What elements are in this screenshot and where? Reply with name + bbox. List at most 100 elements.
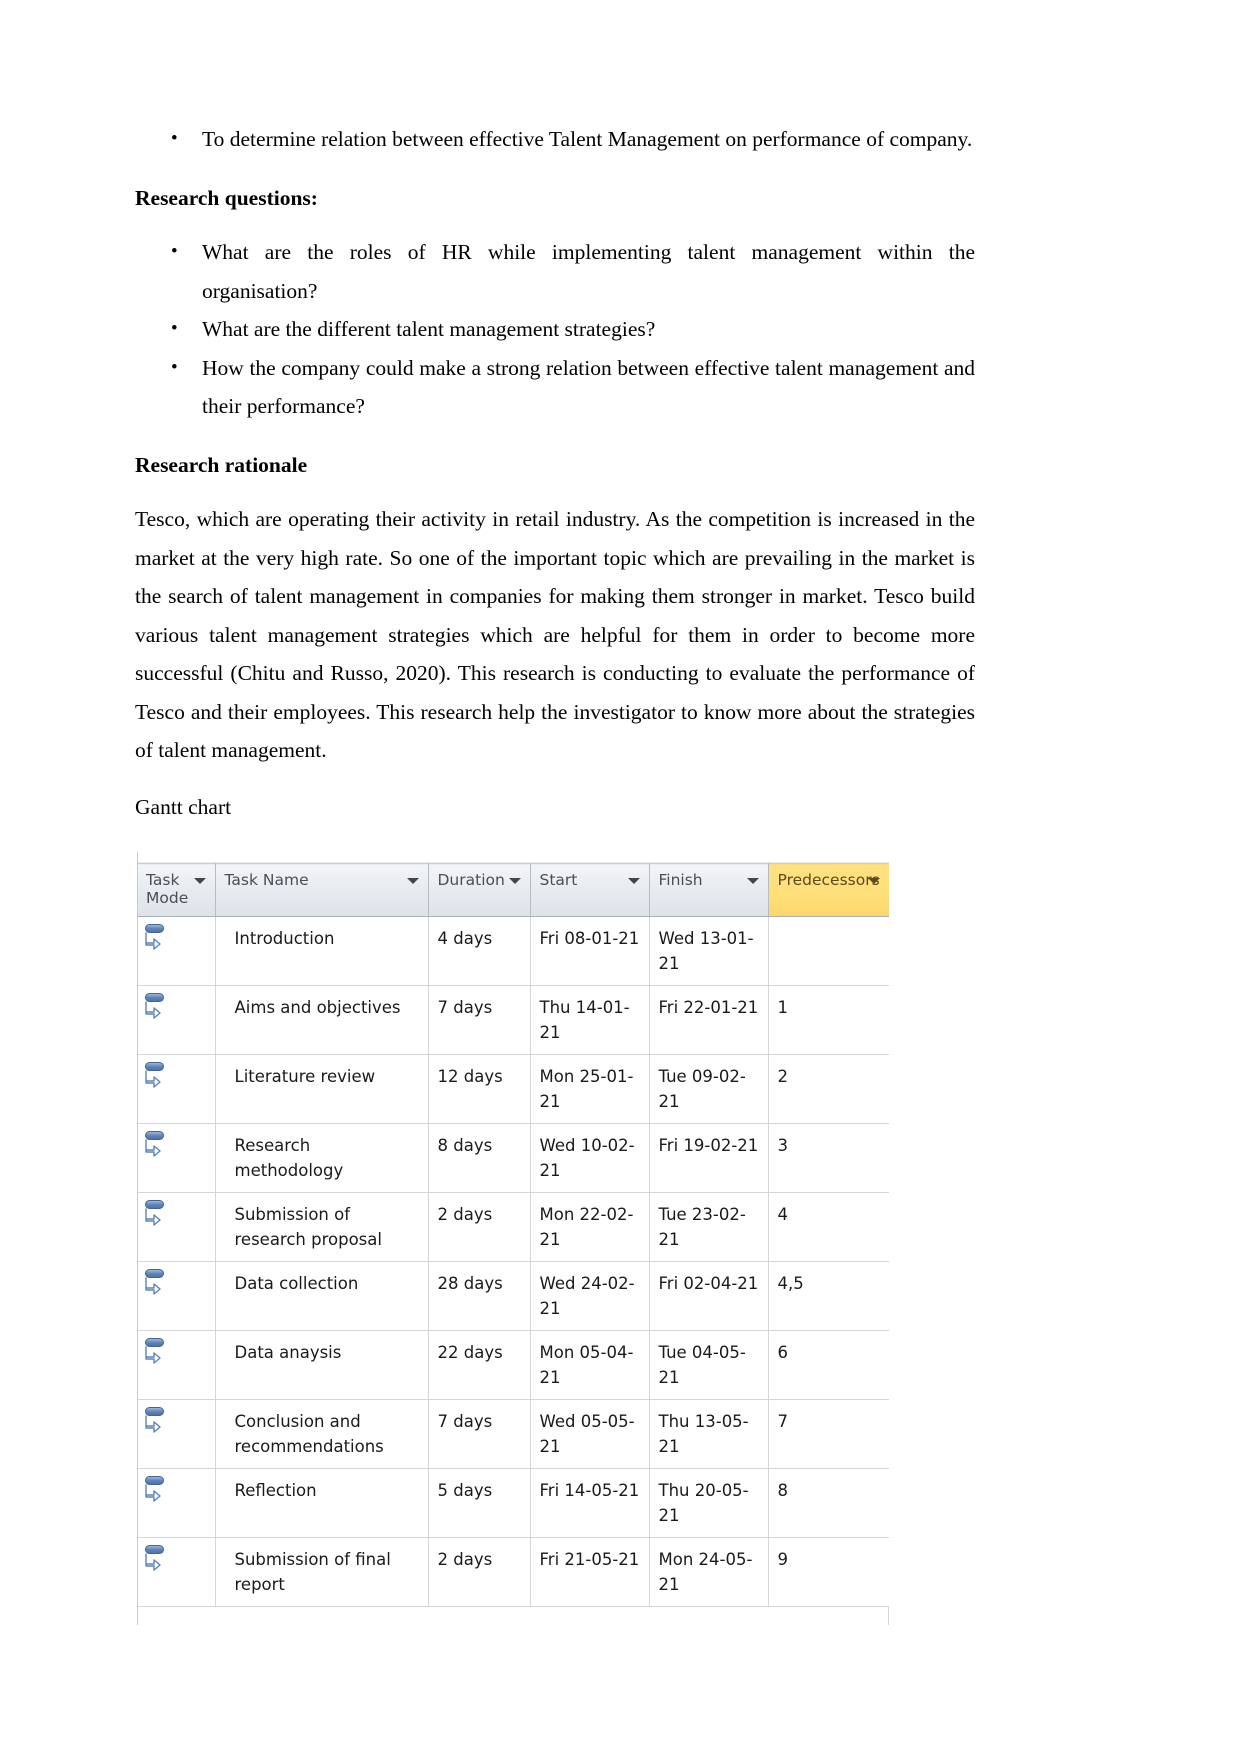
list-item: To determine relation between effective … xyxy=(135,120,975,159)
cell-predecessors[interactable]: 7 xyxy=(768,1399,889,1469)
cell-predecessors[interactable]: 4,5 xyxy=(768,1261,889,1331)
manually-scheduled-icon xyxy=(145,1061,171,1091)
table-row[interactable]: Submission of final report 2 days Fri 21-0… xyxy=(137,1537,889,1607)
cell-task-name[interactable]: Literature review xyxy=(215,1054,429,1124)
cell-predecessors[interactable]: 1 xyxy=(768,985,889,1055)
cell-finish[interactable]: Fri 19-02-21 xyxy=(649,1123,769,1193)
cell-start[interactable]: Mon 25-01-21 xyxy=(530,1054,650,1124)
cell-duration[interactable]: 8 days xyxy=(428,1123,531,1193)
table-header: Task Mode Task Name Duration Start Finis… xyxy=(137,863,889,917)
table-row[interactable]: Submission of research proposal 2 days Mon… xyxy=(137,1192,889,1262)
table-top-strip xyxy=(137,852,889,863)
cell-start[interactable]: Thu 14-01-21 xyxy=(530,985,650,1055)
cell-start[interactable]: Mon 05-04-21 xyxy=(530,1330,650,1400)
cell-duration[interactable]: 2 days xyxy=(428,1192,531,1262)
cell-task-name[interactable]: Data collection xyxy=(215,1261,429,1331)
table-body: Introduction 4 days Fri 08-01-21 Wed 13-01-… xyxy=(137,916,889,1607)
research-questions-heading: Research questions: xyxy=(135,185,318,210)
chevron-down-icon[interactable] xyxy=(867,878,880,884)
chevron-down-icon[interactable] xyxy=(746,878,759,884)
cell-finish[interactable]: Tue 04-05-21 xyxy=(649,1330,769,1400)
column-header-finish[interactable]: Finish xyxy=(649,863,769,917)
column-header-predecessors[interactable]: Predecessors xyxy=(768,863,889,917)
table-left-edge xyxy=(137,852,138,1625)
cell-predecessors[interactable]: 8 xyxy=(768,1468,889,1538)
cell-task-name[interactable]: Data anaysis xyxy=(215,1330,429,1400)
cell-task-name[interactable]: Submission of research proposal xyxy=(215,1192,429,1262)
cell-start[interactable]: Wed 24-02-21 xyxy=(530,1261,650,1331)
table-row[interactable]: Literature review 12 days Mon 25-01-21 Tue … xyxy=(137,1054,889,1124)
cell-finish[interactable]: Fri 22-01-21 xyxy=(649,985,769,1055)
cell-duration[interactable]: 12 days xyxy=(428,1054,531,1124)
cell-duration[interactable]: 7 days xyxy=(428,985,531,1055)
table-row[interactable]: Reflection 5 days Fri 14-05-21 Thu 20-05-21… xyxy=(137,1468,889,1538)
column-header-duration[interactable]: Duration xyxy=(428,863,531,917)
cell-task-name[interactable]: Introduction xyxy=(215,916,429,986)
research-questions-list: What are the roles of HR while implement… xyxy=(135,233,975,426)
cell-predecessors[interactable]: 4 xyxy=(768,1192,889,1262)
project-task-table: Task Mode Task Name Duration Start Finis… xyxy=(137,863,889,1607)
cell-duration[interactable]: 28 days xyxy=(428,1261,531,1331)
column-header-start[interactable]: Start xyxy=(530,863,650,917)
table-row[interactable]: Aims and objectives 7 days Thu 14-01-21 Fri… xyxy=(137,985,889,1055)
chevron-down-icon[interactable] xyxy=(508,878,521,884)
cell-duration[interactable]: 4 days xyxy=(428,916,531,986)
cell-task-mode[interactable] xyxy=(137,985,216,1055)
column-header-task-mode[interactable]: Task Mode xyxy=(137,863,216,917)
cell-task-mode[interactable] xyxy=(137,1468,216,1538)
cell-finish[interactable]: Fri 02-04-21 xyxy=(649,1261,769,1331)
table-row[interactable]: Research methodology 8 days Wed 10-02-21 Fr… xyxy=(137,1123,889,1193)
research-rationale-heading: Research rationale xyxy=(135,452,308,477)
table-row[interactable]: Introduction 4 days Fri 08-01-21 Wed 13-01-… xyxy=(137,916,889,986)
cell-duration[interactable]: 2 days xyxy=(428,1537,531,1607)
cell-predecessors[interactable] xyxy=(768,916,889,986)
cell-task-name[interactable]: Conclusion and recommendations xyxy=(215,1399,429,1469)
cell-predecessors[interactable]: 2 xyxy=(768,1054,889,1124)
cell-duration[interactable]: 22 days xyxy=(428,1330,531,1400)
cell-finish[interactable]: Tue 09-02-21 xyxy=(649,1054,769,1124)
gantt-chart-caption: Gantt chart xyxy=(135,794,232,819)
cell-predecessors[interactable]: 9 xyxy=(768,1537,889,1607)
cell-start[interactable]: Fri 14-05-21 xyxy=(530,1468,650,1538)
cell-task-mode[interactable] xyxy=(137,1330,216,1400)
cell-task-name[interactable]: Aims and objectives xyxy=(215,985,429,1055)
cell-task-mode[interactable] xyxy=(137,1192,216,1262)
cell-task-name[interactable]: Submission of final report xyxy=(215,1537,429,1607)
cell-task-mode[interactable] xyxy=(137,1261,216,1331)
cell-task-name[interactable]: Research methodology xyxy=(215,1123,429,1193)
table-bottom-strip xyxy=(137,1607,889,1625)
chevron-down-icon[interactable] xyxy=(627,878,640,884)
cell-task-mode[interactable] xyxy=(137,1123,216,1193)
cell-predecessors[interactable]: 3 xyxy=(768,1123,889,1193)
cell-start[interactable]: Fri 21-05-21 xyxy=(530,1537,650,1607)
chevron-down-icon[interactable] xyxy=(406,878,419,884)
cell-start[interactable]: Fri 08-01-21 xyxy=(530,916,650,986)
cell-start[interactable]: Wed 05-05-21 xyxy=(530,1399,650,1469)
cell-finish[interactable]: Thu 13-05-21 xyxy=(649,1399,769,1469)
cell-duration[interactable]: 5 days xyxy=(428,1468,531,1538)
cell-finish[interactable]: Mon 24-05-21 xyxy=(649,1537,769,1607)
cell-predecessors[interactable]: 6 xyxy=(768,1330,889,1400)
manually-scheduled-icon xyxy=(145,1130,171,1160)
table-row[interactable]: Data collection 28 days Wed 24-02-21 Fri 02… xyxy=(137,1261,889,1331)
cell-task-mode[interactable] xyxy=(137,1054,216,1124)
column-header-task-name[interactable]: Task Name xyxy=(215,863,429,917)
cell-task-mode[interactable] xyxy=(137,1537,216,1607)
cell-task-name[interactable]: Reflection xyxy=(215,1468,429,1538)
cell-finish[interactable]: Tue 23-02-21 xyxy=(649,1192,769,1262)
column-header-label: Task Name xyxy=(224,871,309,889)
cell-start[interactable]: Wed 10-02-21 xyxy=(530,1123,650,1193)
cell-duration[interactable]: 7 days xyxy=(428,1399,531,1469)
cell-finish[interactable]: Wed 13-01-21 xyxy=(649,916,769,986)
cell-start[interactable]: Mon 22-02-21 xyxy=(530,1192,650,1262)
cell-finish[interactable]: Thu 20-05-21 xyxy=(649,1468,769,1538)
research-question-text: How the company could make a strong rela… xyxy=(202,355,975,419)
table-row[interactable]: Data anaysis 22 days Mon 05-04-21 Tue 04-05… xyxy=(137,1330,889,1400)
manually-scheduled-icon xyxy=(145,1544,171,1574)
table-row[interactable]: Conclusion and recommendations 7 days Wed … xyxy=(137,1399,889,1469)
chevron-down-icon[interactable] xyxy=(193,878,206,884)
cell-task-mode[interactable] xyxy=(137,916,216,986)
cell-task-mode[interactable] xyxy=(137,1399,216,1469)
